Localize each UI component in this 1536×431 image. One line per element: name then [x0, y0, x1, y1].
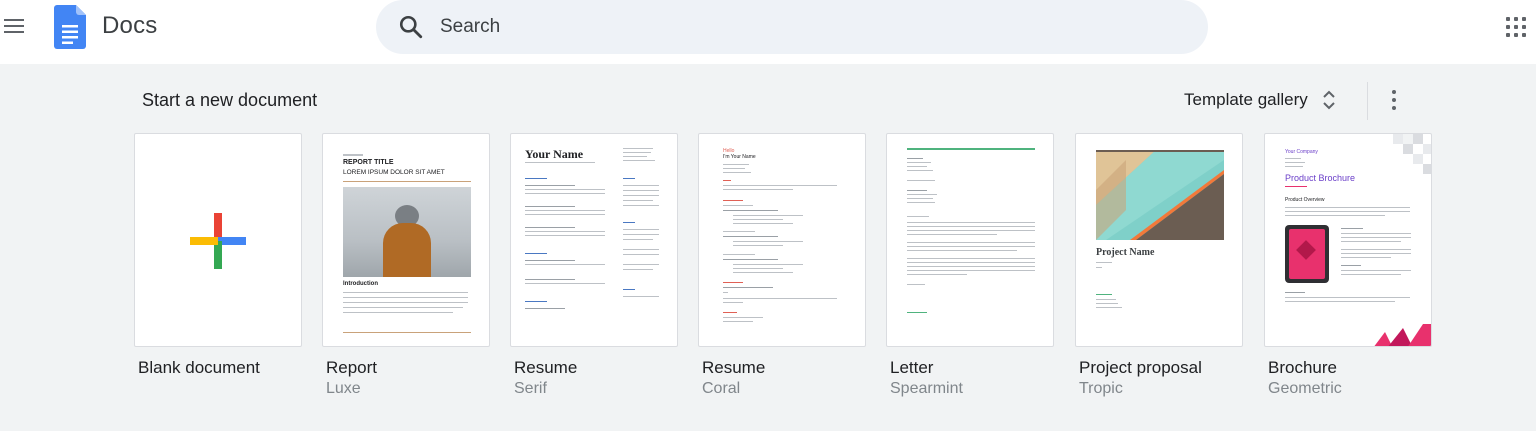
proposal-thumb-graphic [1096, 150, 1224, 240]
template-card-letter-spearmint[interactable] [886, 133, 1054, 347]
more-vert-icon-dot [1392, 106, 1396, 110]
resume-serif-thumb-name: Your Name [525, 147, 584, 161]
card-title-resume-serif: Resume [514, 358, 578, 377]
template-card-resume-serif[interactable]: Your Name [510, 133, 678, 347]
brochure-thumb-company: Your Company [1285, 149, 1318, 155]
expand-collapse-icon [1323, 90, 1335, 110]
report-thumb-photo [343, 187, 471, 277]
template-card-project-proposal[interactable]: Project Name [1075, 133, 1243, 347]
brochure-thumb-bottom-pattern [1374, 324, 1431, 346]
brochure-thumb-phone [1285, 225, 1329, 283]
card-title-letter: Letter [890, 358, 934, 377]
google-apps-icon[interactable] [1505, 16, 1527, 38]
report-thumb-title: REPORT TITLE [343, 159, 394, 166]
search-bar[interactable] [376, 0, 1208, 54]
proposal-thumb-heading: Project Name [1096, 247, 1155, 258]
resume-coral-thumb-name: I'm Your Name [723, 154, 756, 160]
brochure-thumb-corner-pattern [1393, 134, 1431, 174]
card-title-project-proposal: Project proposal [1079, 358, 1202, 377]
template-gallery-button[interactable]: Template gallery [1184, 88, 1336, 112]
template-card-brochure[interactable]: Your Company Product Brochure Product Ov… [1264, 133, 1432, 347]
top-bar: Docs [0, 0, 1536, 64]
docs-logo-icon[interactable] [54, 5, 86, 49]
more-vert-icon [1392, 90, 1396, 94]
blank-plus-icon [190, 213, 246, 269]
section-title: Start a new document [142, 90, 318, 110]
card-title-resume-coral: Resume [702, 358, 766, 377]
more-options-button[interactable] [1384, 88, 1404, 112]
card-subtitle-letter: Spearmint [890, 380, 963, 397]
search-icon[interactable] [398, 14, 424, 40]
card-subtitle-resume-coral: Coral [702, 380, 741, 397]
template-gallery-label: Template gallery [1184, 90, 1308, 109]
main-menu-button[interactable] [2, 14, 26, 38]
card-subtitle-report: Luxe [326, 380, 361, 397]
card-subtitle-resume-serif: Serif [514, 380, 547, 397]
template-section: Start a new document Template gallery Bl… [0, 64, 1536, 431]
search-input[interactable] [440, 12, 1180, 42]
card-subtitle-brochure: Geometric [1268, 380, 1342, 397]
hamburger-menu-icon [4, 19, 24, 21]
toolbar-divider [1367, 82, 1368, 120]
hamburger-menu-icon-line [4, 25, 24, 27]
brochure-thumb-heading: Product Brochure [1285, 173, 1356, 183]
hamburger-menu-icon-line [4, 31, 24, 33]
card-title-brochure: Brochure [1268, 358, 1337, 377]
brochure-thumb-section: Product Overview [1285, 197, 1325, 203]
more-vert-icon-dot [1392, 98, 1396, 102]
report-thumb-section: Introduction [343, 281, 378, 287]
card-title-blank: Blank document [138, 358, 260, 377]
card-title-report: Report [326, 358, 378, 377]
card-subtitle-project-proposal: Tropic [1079, 380, 1123, 397]
template-card-blank[interactable] [134, 133, 302, 347]
template-card-resume-coral[interactable]: Hello I'm Your Name [698, 133, 866, 347]
report-thumb-subtitle: LOREM IPSUM DOLOR SIT AMET [343, 169, 445, 176]
template-card-report-luxe[interactable]: REPORT TITLE LOREM IPSUM DOLOR SIT AMET … [322, 133, 490, 347]
app-title[interactable]: Docs [102, 12, 157, 40]
